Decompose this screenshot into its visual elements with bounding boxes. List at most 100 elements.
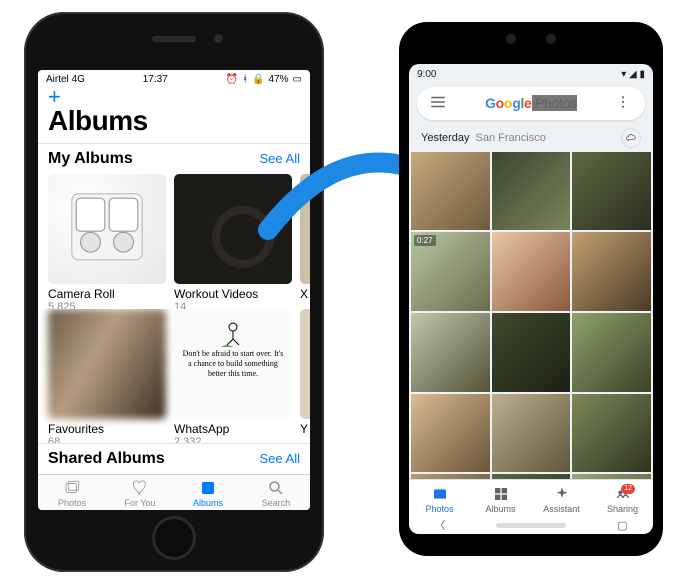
ios-status-bar: Airtel 4G 17:37 ⏰ ᚼ 🔒 47% ▭ — [38, 70, 310, 87]
photo-thumbnail[interactable] — [411, 152, 490, 231]
tab-for-you[interactable]: For You — [106, 479, 174, 508]
status-time: 17:37 — [143, 74, 168, 85]
photo-thumbnail[interactable] — [492, 232, 571, 311]
photo-thumbnail[interactable] — [411, 313, 490, 392]
photos-stack-icon — [62, 479, 82, 497]
android-status-bar: 9:00 ▾ ◢ ▮ — [409, 64, 653, 83]
album-thumb — [300, 174, 310, 284]
android-bottom-nav: Photos Albums Assistant 12 Sharing — [409, 479, 653, 516]
video-duration-badge: 0:27 — [414, 235, 436, 246]
battery-icon: ▭ — [293, 74, 302, 85]
status-time: 9:00 — [417, 69, 436, 80]
album-count: 14 — [174, 301, 292, 309]
album-partial[interactable]: Y — [300, 309, 310, 438]
nav-label: Photos — [409, 504, 470, 514]
see-all-link[interactable]: See All — [260, 151, 300, 166]
tab-label: Photos — [58, 498, 86, 508]
tab-search[interactable]: Search — [242, 479, 310, 508]
iphone-home-button[interactable] — [152, 516, 196, 560]
albums-row-1: Camera Roll 5,825 Workout Videos 14 X — [38, 174, 310, 309]
album-title: X — [300, 287, 310, 301]
section-header-my-albums: My Albums See All — [38, 143, 310, 174]
photo-thumbnail[interactable] — [492, 152, 571, 231]
photo-thumbnail[interactable] — [572, 232, 651, 311]
nav-tab-assistant[interactable]: Assistant — [531, 486, 592, 514]
section-title: Shared Albums — [48, 450, 165, 468]
tab-label: For You — [124, 498, 155, 508]
sharing-badge: 12 — [621, 484, 635, 494]
ios-photos-app-screen: Airtel 4G 17:37 ⏰ ᚼ 🔒 47% ▭ + Albums My … — [38, 70, 310, 510]
quote-text: Don't be afraid to start over. It's a ch… — [174, 349, 292, 379]
photo-thumbnail[interactable] — [572, 394, 651, 473]
home-pill[interactable] — [496, 523, 566, 528]
menu-icon[interactable] — [429, 93, 447, 114]
album-thumb — [48, 309, 166, 419]
iphone-front-camera — [214, 34, 223, 43]
albums-icon — [492, 486, 510, 502]
album-title: Camera Roll — [48, 287, 166, 301]
album-title: Workout Videos — [174, 287, 292, 301]
photo-thumbnail[interactable] — [492, 394, 571, 473]
album-thumb — [300, 309, 310, 419]
nav-label: Assistant — [531, 504, 592, 514]
timeline-subheader: Yesterday San Francisco — [409, 124, 653, 152]
pixel-device-frame: 9:00 ▾ ◢ ▮ Google Photos Yesterday San F… — [399, 22, 663, 556]
recents-icon[interactable]: ▢ — [617, 519, 627, 532]
location-label: San Francisco — [476, 132, 546, 144]
iphone-device-frame: Airtel 4G 17:37 ⏰ ᚼ 🔒 47% ▭ + Albums My … — [24, 12, 324, 572]
tab-photos[interactable]: Photos — [38, 479, 106, 508]
album-count: 2,332 — [174, 436, 292, 444]
photo-thumbnail[interactable] — [411, 394, 490, 473]
tab-label: Search — [262, 498, 291, 508]
photo-thumbnail[interactable] — [492, 313, 571, 392]
google-photos-logo: Google Photos — [447, 95, 615, 111]
add-album-button[interactable]: + — [48, 87, 300, 107]
album-workout-videos[interactable]: Workout Videos 14 — [174, 174, 292, 303]
android-system-nav: 〈 ▢ — [409, 516, 653, 534]
nav-label: Sharing — [592, 504, 653, 514]
google-photos-app-bar: Google Photos — [417, 87, 645, 120]
assistant-icon — [553, 486, 571, 502]
overflow-menu-icon[interactable] — [615, 94, 633, 113]
cloud-backup-icon[interactable] — [621, 128, 641, 148]
album-whatsapp[interactable]: Don't be afraid to start over. It's a ch… — [174, 309, 292, 438]
photo-thumbnail[interactable] — [572, 313, 651, 392]
album-title: WhatsApp — [174, 422, 292, 436]
tab-albums[interactable]: Albums — [174, 479, 242, 508]
see-all-link[interactable]: See All — [260, 451, 300, 466]
nav-tab-albums[interactable]: Albums — [470, 486, 531, 514]
search-icon — [266, 479, 286, 497]
section-header-shared-albums: Shared Albums See All — [38, 443, 310, 474]
battery-percent: 47% — [269, 74, 289, 85]
back-icon[interactable]: 〈 — [434, 517, 445, 533]
album-count: 68 — [48, 436, 166, 444]
photos-icon — [431, 486, 449, 502]
pixel-sensors — [399, 34, 663, 44]
ios-tab-bar: Photos For You Albums Search — [38, 474, 310, 510]
nav-tab-sharing[interactable]: 12 Sharing — [592, 486, 653, 514]
photo-thumbnail[interactable] — [492, 474, 571, 479]
battery-icon: ▮ — [639, 69, 645, 80]
album-thumb — [48, 174, 166, 284]
album-camera-roll[interactable]: Camera Roll 5,825 — [48, 174, 166, 303]
bluetooth-icon: ᚼ — [242, 74, 248, 85]
video-thumbnail[interactable]: 0:27 — [411, 232, 490, 311]
nav-tab-photos[interactable]: Photos — [409, 486, 470, 514]
album-title: Y — [300, 422, 310, 436]
album-count: 5,825 — [48, 301, 166, 309]
albums-row-2: Favourites 68 Don't be afraid to start o… — [38, 309, 310, 444]
photo-thumbnail[interactable] — [572, 152, 651, 231]
alarm-icon: ⏰ — [226, 74, 238, 85]
photo-thumbnail[interactable] — [572, 474, 651, 479]
ios-header: + Albums — [38, 87, 310, 143]
album-partial[interactable]: X — [300, 174, 310, 303]
photo-grid: 0:27 — [409, 152, 653, 479]
tab-label: Albums — [193, 498, 223, 508]
wifi-icon: ▾ — [621, 69, 626, 80]
nav-label: Albums — [470, 504, 531, 514]
photo-thumbnail[interactable] — [411, 474, 490, 479]
album-thumb — [174, 174, 292, 284]
album-favourites[interactable]: Favourites 68 — [48, 309, 166, 438]
google-photos-app-screen: 9:00 ▾ ◢ ▮ Google Photos Yesterday San F… — [409, 64, 653, 534]
rotation-lock-icon: 🔒 — [252, 74, 264, 85]
